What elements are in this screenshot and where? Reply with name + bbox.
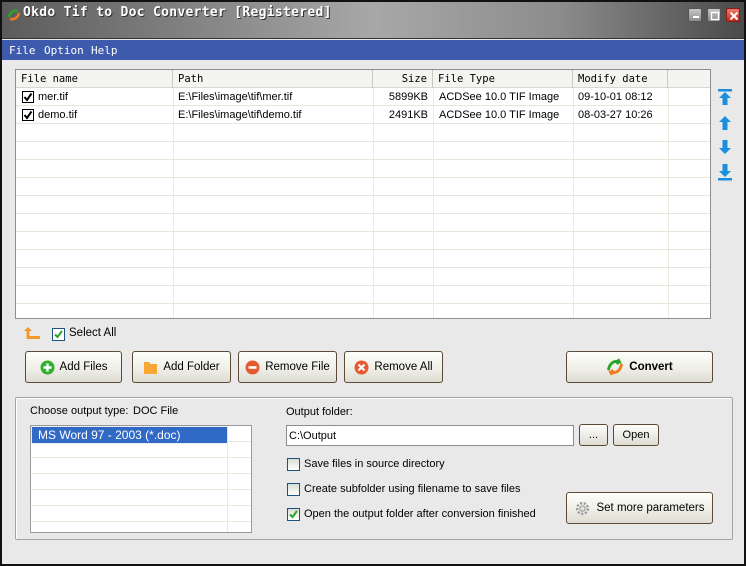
file-size: 2491KB	[388, 109, 428, 121]
file-list-header: File name Path Size File Type Modify dat…	[16, 70, 710, 88]
empty-row	[16, 233, 710, 250]
empty-row	[16, 215, 710, 232]
add-files-label: Add Files	[59, 361, 108, 373]
menu-file[interactable]: File	[9, 44, 36, 57]
empty-row	[16, 269, 710, 286]
file-date: 09-10-01 08:12	[578, 91, 653, 103]
empty-row	[16, 161, 710, 178]
file-row-checkbox[interactable]	[22, 109, 34, 121]
app-logo-icon	[7, 9, 21, 21]
maximize-button[interactable]	[707, 8, 721, 22]
remove-all-label: Remove All	[374, 361, 433, 373]
file-date: 08-03-27 10:26	[578, 109, 653, 121]
file-list[interactable]: File name Path Size File Type Modify dat…	[15, 69, 711, 319]
file-path: E:\Files\image\tif\mer.tif	[178, 91, 293, 103]
output-type-label: Choose output type:	[30, 405, 129, 417]
file-row[interactable]: demo.tif E:\Files\image\tif\demo.tif 249…	[16, 107, 710, 124]
select-all-checkbox[interactable]	[52, 328, 65, 341]
empty-row	[16, 305, 710, 318]
list-row	[31, 458, 251, 474]
file-type: ACDSee 10.0 TIF Image	[439, 109, 560, 121]
window-title: Okdo Tif to Doc Converter [Registered]	[23, 5, 332, 20]
close-icon	[729, 11, 739, 21]
output-folder-input[interactable]	[286, 425, 574, 446]
close-button[interactable]	[726, 8, 740, 22]
set-more-parameters-button[interactable]: Set more parameters	[566, 492, 713, 524]
list-row	[31, 506, 251, 522]
checkmark-icon	[23, 92, 33, 102]
checkmark-icon	[289, 510, 298, 519]
add-icon	[40, 360, 55, 374]
add-files-button[interactable]: Add Files	[25, 351, 122, 383]
checkmark-icon	[54, 330, 63, 339]
output-folder-label: Output folder:	[286, 406, 353, 418]
add-folder-button[interactable]: Add Folder	[132, 351, 231, 383]
remove-file-button[interactable]: Remove File	[238, 351, 337, 383]
move-up-icon[interactable]	[716, 114, 734, 132]
column-header-modify-date[interactable]: Modify date	[573, 70, 668, 88]
open-folder-button[interactable]: Open	[613, 424, 659, 446]
create-subfolder-label[interactable]: Create subfolder using filename to save …	[304, 483, 520, 495]
column-divider	[227, 426, 228, 532]
convert-label: Convert	[629, 361, 673, 373]
menu-help[interactable]: Help	[91, 44, 118, 57]
output-type-value: DOC File	[133, 405, 179, 417]
file-size: 5899KB	[388, 91, 428, 103]
list-row	[31, 442, 251, 458]
convert-button[interactable]: Convert	[566, 351, 713, 383]
up-level-icon[interactable]	[24, 326, 41, 340]
remove-all-button[interactable]: Remove All	[344, 351, 443, 383]
empty-row	[16, 125, 710, 142]
move-top-icon[interactable]	[716, 88, 734, 106]
set-more-parameters-label: Set more parameters	[596, 502, 705, 514]
save-in-source-label[interactable]: Save files in source directory	[304, 458, 445, 470]
menu-bar: File Option Help	[2, 40, 744, 60]
output-type-list[interactable]: MS Word 97 - 2003 (*.doc)	[30, 425, 252, 533]
title-bar: Okdo Tif to Doc Converter [Registered]	[2, 2, 744, 39]
empty-row	[16, 251, 710, 268]
app-window: Okdo Tif to Doc Converter [Registered] F…	[0, 0, 746, 566]
save-in-source-checkbox[interactable]	[287, 458, 300, 471]
empty-row	[16, 179, 710, 196]
folder-icon	[144, 361, 158, 374]
list-row	[31, 522, 251, 532]
file-type: ACDSee 10.0 TIF Image	[439, 91, 560, 103]
empty-row	[16, 143, 710, 160]
maximize-icon	[710, 11, 720, 21]
remove-all-icon	[354, 360, 369, 374]
minimize-icon	[693, 16, 699, 18]
convert-icon	[607, 358, 624, 376]
minimize-button[interactable]	[688, 8, 702, 22]
column-header-file-type[interactable]: File Type	[433, 70, 573, 88]
column-header-file-name[interactable]: File name	[16, 70, 173, 88]
checkmark-icon	[23, 110, 33, 120]
remove-file-label: Remove File	[265, 361, 330, 373]
remove-icon	[245, 360, 260, 374]
list-row	[31, 490, 251, 506]
open-output-folder-label[interactable]: Open the output folder after conversion …	[304, 508, 536, 520]
output-type-option-selected[interactable]: MS Word 97 - 2003 (*.doc)	[31, 426, 228, 444]
column-header-path[interactable]: Path	[173, 70, 373, 88]
gear-icon	[576, 501, 590, 515]
empty-row	[16, 197, 710, 214]
empty-row	[16, 287, 710, 304]
open-output-folder-checkbox[interactable]	[287, 508, 300, 521]
file-name: mer.tif	[38, 91, 68, 103]
move-down-icon[interactable]	[716, 138, 734, 156]
browse-button[interactable]: ...	[579, 424, 608, 446]
file-row[interactable]: mer.tif E:\Files\image\tif\mer.tif 5899K…	[16, 89, 710, 106]
file-name: demo.tif	[38, 109, 78, 121]
file-path: E:\Files\image\tif\demo.tif	[178, 109, 302, 121]
move-bottom-icon[interactable]	[716, 163, 734, 181]
menu-option[interactable]: Option	[44, 44, 84, 57]
add-folder-label: Add Folder	[163, 361, 220, 373]
list-row	[31, 474, 251, 490]
column-header-size[interactable]: Size	[373, 70, 433, 88]
file-row-checkbox[interactable]	[22, 91, 34, 103]
select-all-label[interactable]: Select All	[69, 327, 116, 339]
create-subfolder-checkbox[interactable]	[287, 483, 300, 496]
